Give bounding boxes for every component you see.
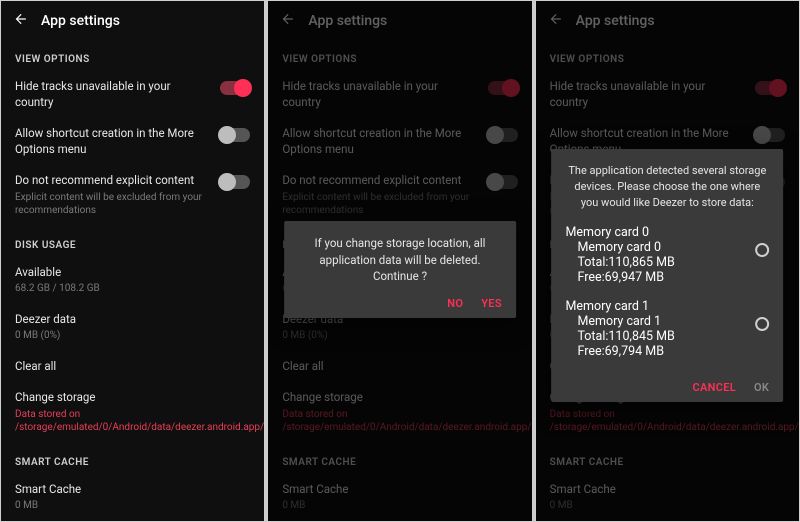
row-clear-all[interactable]: Clear all: [1, 351, 264, 383]
radio-icon[interactable]: [755, 243, 769, 257]
settings-panel-1: App settings VIEW OPTIONS Hide tracks un…: [0, 0, 265, 522]
settings-panel-2: App settings VIEW OPTIONS Hide tracks un…: [267, 0, 532, 522]
section-disk-usage: DISK USAGE: [1, 226, 264, 257]
toggle-allow-shortcut[interactable]: [220, 128, 250, 142]
storage-option-free: Free:69,794 MB: [577, 344, 755, 359]
app-header: App settings: [1, 1, 264, 40]
row-explicit[interactable]: Do not recommend explicit content Explic…: [1, 165, 264, 226]
row-hide-tracks[interactable]: Hide tracks unavailable in your country: [1, 71, 264, 118]
deezer-data-label: Deezer data: [15, 312, 250, 328]
toggle-explicit[interactable]: [220, 175, 250, 189]
confirm-no-button[interactable]: NO: [447, 297, 463, 310]
storage-option-name: Memory card 0: [577, 240, 755, 255]
confirm-yes-button[interactable]: YES: [481, 297, 502, 310]
row-change-storage[interactable]: Change storage Data stored on /storage/e…: [1, 382, 264, 443]
available-label: Available: [15, 265, 250, 281]
storage-ok-button[interactable]: OK: [754, 381, 769, 394]
toggle-hide-tracks[interactable]: [220, 81, 250, 95]
available-value: 68.2 GB / 108.2 GB: [15, 282, 250, 296]
section-view-options: VIEW OPTIONS: [1, 40, 264, 71]
confirm-dialog: If you change storage location, all appl…: [284, 221, 516, 318]
settings-panel-3: App settings VIEW OPTIONS Hide tracks un…: [535, 0, 800, 522]
explicit-sub: Explicit content will be excluded from y…: [15, 191, 210, 218]
storage-dialog-intro: The application detected several storage…: [565, 163, 769, 211]
radio-icon[interactable]: [755, 317, 769, 331]
deezer-data-value: 0 MB (0%): [15, 329, 250, 343]
storage-option-group: Memory card 0: [565, 225, 755, 240]
row-smart-cache[interactable]: Smart Cache 0 MB: [1, 474, 264, 521]
back-icon[interactable]: [13, 11, 27, 30]
storage-cancel-button[interactable]: CANCEL: [693, 381, 736, 394]
storage-option-total: Total:110,845 MB: [577, 329, 755, 344]
confirm-message: If you change storage location, all appl…: [298, 235, 502, 285]
change-storage-label: Change storage: [15, 390, 250, 406]
storage-dialog: The application detected several storage…: [551, 149, 783, 402]
storage-option-total: Total:110,865 MB: [577, 255, 755, 270]
explicit-label: Do not recommend explicit content: [15, 173, 210, 189]
allow-shortcut-label: Allow shortcut creation in the More Opti…: [15, 126, 210, 157]
change-storage-path: Data stored on /storage/emulated/0/Andro…: [15, 408, 250, 435]
smart-cache-value: 0 MB: [15, 499, 250, 513]
section-smart-cache: SMART CACHE: [1, 443, 264, 474]
storage-option-1[interactable]: Memory card 1 Memory card 1 Total:110,84…: [565, 295, 769, 369]
storage-option-free: Free:69,947 MB: [577, 270, 755, 285]
page-title: App settings: [41, 13, 120, 29]
clear-all-label: Clear all: [15, 359, 250, 375]
row-allow-shortcut[interactable]: Allow shortcut creation in the More Opti…: [1, 118, 264, 165]
row-deezer-data: Deezer data 0 MB (0%): [1, 304, 264, 351]
smart-cache-label: Smart Cache: [15, 482, 250, 498]
hide-tracks-label: Hide tracks unavailable in your country: [15, 79, 210, 110]
row-available: Available 68.2 GB / 108.2 GB: [1, 257, 264, 304]
storage-option-0[interactable]: Memory card 0 Memory card 0 Total:110,86…: [565, 221, 769, 295]
storage-option-group: Memory card 1: [565, 299, 755, 314]
storage-option-name: Memory card 1: [577, 314, 755, 329]
